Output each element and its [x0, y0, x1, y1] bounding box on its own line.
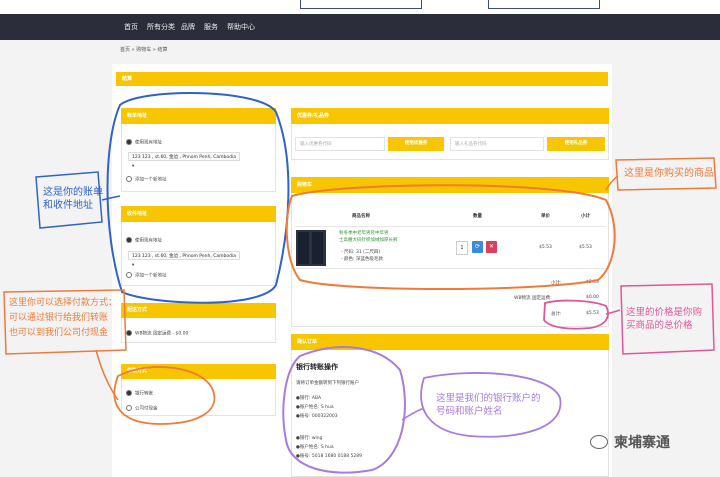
blue-ring	[106, 92, 290, 304]
annotation-line: 这里是我们的银行账户的	[436, 393, 541, 404]
purple-ring	[282, 346, 406, 474]
annotation-product: 这里是你购买的商品	[624, 167, 714, 180]
wechat-icon	[590, 435, 608, 449]
annotation-billing: 这是你的账单 和收件地址	[43, 186, 103, 212]
annotation-payment: 这里你可以选择付款方式： 可以通过银行给我们转账 也可以到我们公司付现金	[9, 296, 117, 341]
annotation-bank: 这里是我们的银行账户的 号码和账户姓名	[436, 392, 541, 418]
watermark-text: 柬埔寨通	[614, 435, 670, 451]
blue-arrow	[101, 195, 121, 201]
annotation-line: 这是你的账单	[43, 187, 103, 198]
annotation-line: 这里你可以选择付款方式：	[9, 298, 118, 308]
annotation-overlay	[3, 92, 717, 474]
annotation-line: 可以通过银行给我们转账	[9, 313, 109, 323]
annotation-line: 这里的价格是你购	[626, 307, 703, 318]
annotation-line: 和收件地址	[43, 200, 93, 211]
orange-ring	[285, 184, 616, 290]
orange-arrow	[605, 175, 619, 191]
annotation-line: 买商品的总价格	[626, 320, 693, 331]
orange-ring-payment	[113, 366, 216, 425]
watermark: 柬埔寨通	[590, 432, 710, 458]
annotation-line: 号码和账户姓名	[436, 406, 503, 417]
annotation-total: 这里的价格是你购 买商品的总价格	[626, 306, 702, 332]
annotation-line: 也可以到我们公司付现金	[9, 328, 109, 338]
pink-ring	[543, 299, 609, 330]
annotation-line: 这里是你购买的商品	[624, 168, 714, 179]
